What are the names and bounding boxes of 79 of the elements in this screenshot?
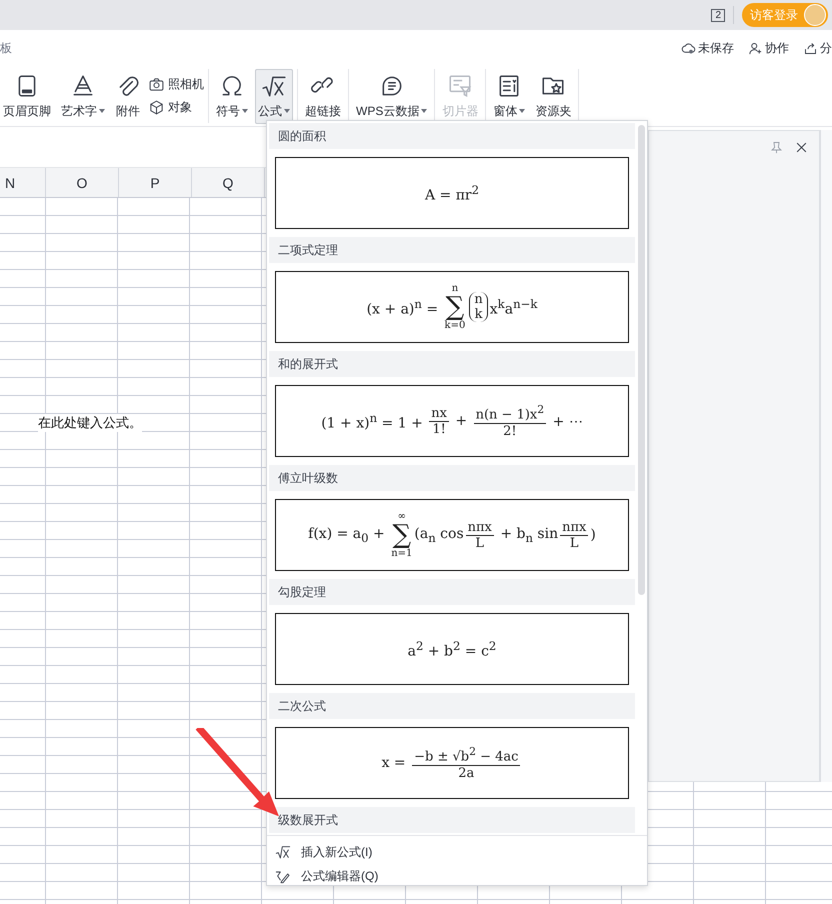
caret-icon [421,109,428,113]
caret-icon [99,109,105,113]
binomial-bottom: k [474,307,482,322]
formula-icon [275,844,291,860]
caret-icon [284,109,290,113]
toolbar-button[interactable]: 页眉页脚 [0,68,54,124]
formula-option[interactable]: x = −b ± √b$^{2}$ − 4ac 2a [275,727,629,799]
cube-icon [148,99,165,116]
section-title: 勾股定理 [278,584,326,600]
toolbar-button[interactable]: WPS云数据 [353,68,430,124]
section-title: 圆的面积 [278,128,326,144]
fraction-denominator: 2! [503,424,517,439]
fraction-denominator: 1! [432,422,446,436]
toolbar-button[interactable]: 公式 [255,68,293,124]
sum-limit: k=0 [444,320,466,331]
formula-text: a$^{2}$ + b$^{2}$ = c$^{2}$ [408,638,496,660]
fraction-denominator: 2a [458,766,474,781]
toolbar-button[interactable]: 超链接 [302,68,344,124]
fraction-denominator: L [570,536,579,550]
section-title: 级数展开式 [278,812,338,828]
share-icon [803,40,818,56]
sum-limit: n [452,283,458,294]
camera-icon [148,76,165,93]
formula-text: x = [382,755,407,771]
formula-text: (x + a)$^{n}$ = [366,296,440,318]
menu-item[interactable]: 公式编辑器(Q) [267,864,647,888]
section-title: 傅立叶级数 [278,470,338,486]
cloud-icon [681,40,696,56]
header-action-button[interactable]: 分 [803,40,832,56]
section-title: 二项式定理 [278,242,338,258]
summation-sign: ∑ [446,294,464,320]
column-header[interactable]: P [119,168,192,197]
filter-icon [447,72,474,98]
menu-item[interactable]: 插入新公式(I) [267,840,647,864]
formula-text: (1 + x)$^{n}$ = 1 + [321,410,424,432]
caret-icon [242,109,248,113]
toolbar-button[interactable]: 对象 [148,99,204,116]
cell-text: 在此处键入公式。 [38,414,142,432]
toolbar-button[interactable]: 符号 [213,68,251,124]
fraction-numerator: n(n − 1)x$^{2}$ [474,403,546,424]
formula-option[interactable]: A = πr$^{2}$ [275,157,629,229]
toolbar-button[interactable]: 艺术字 [58,68,108,124]
formula-text: + ⋯ [552,412,583,430]
column-header[interactable]: Q [192,168,265,197]
toolbar-button[interactable]: 照相机 [148,76,204,93]
add-user-icon [748,40,763,56]
ribbon-tab[interactable]: 板 [0,40,12,56]
summation-sign: ∑ [392,522,412,548]
avatar-icon [804,4,826,26]
scrollbar-thumb[interactable] [638,125,645,595]
toolbar-button[interactable]: 资源夹 [532,68,574,124]
formula-option[interactable]: a$^{2}$ + b$^{2}$ = c$^{2}$ [275,613,629,685]
section-title: 二次公式 [278,698,326,714]
caret-icon [519,109,526,113]
formula-text: + b$_{n}$ sin [499,526,558,544]
column-header[interactable]: N [0,168,46,197]
fraction-numerator: nπx [560,520,588,536]
sum-limit: n=1 [391,548,412,559]
formula-text: + [454,413,468,429]
sum-limit: ∞ [398,511,406,522]
pin-icon[interactable] [769,140,784,155]
section-title: 和的展开式 [278,356,338,372]
fraction-numerator: nπx [466,520,494,536]
header-action-button[interactable]: 未保存 [681,40,734,56]
fraction-numerator: nx [429,406,449,422]
toolbar-button[interactable]: 附件 [112,68,144,124]
formula-text: (a$_{n}$ cos [414,526,464,544]
toolbar-button[interactable]: 窗体 [490,68,528,124]
fraction-denominator: L [475,536,484,550]
binomial-top: n [474,292,483,307]
close-icon[interactable] [794,140,809,155]
formula-text: f(x) = a$_{0}$ + [308,526,386,544]
fraction-numerator: −b ± √b$^{2}$ − 4ac [412,745,520,766]
column-header[interactable]: O [46,168,119,197]
formula-text: x$^{k}$a$^{n−k}$ [490,296,538,318]
formula-text: ) [590,527,596,543]
header-action-button[interactable]: 协作 [748,40,789,56]
window-count-badge[interactable]: 2 [711,8,725,22]
formula-text: A = πr$^{2}$ [424,182,480,204]
